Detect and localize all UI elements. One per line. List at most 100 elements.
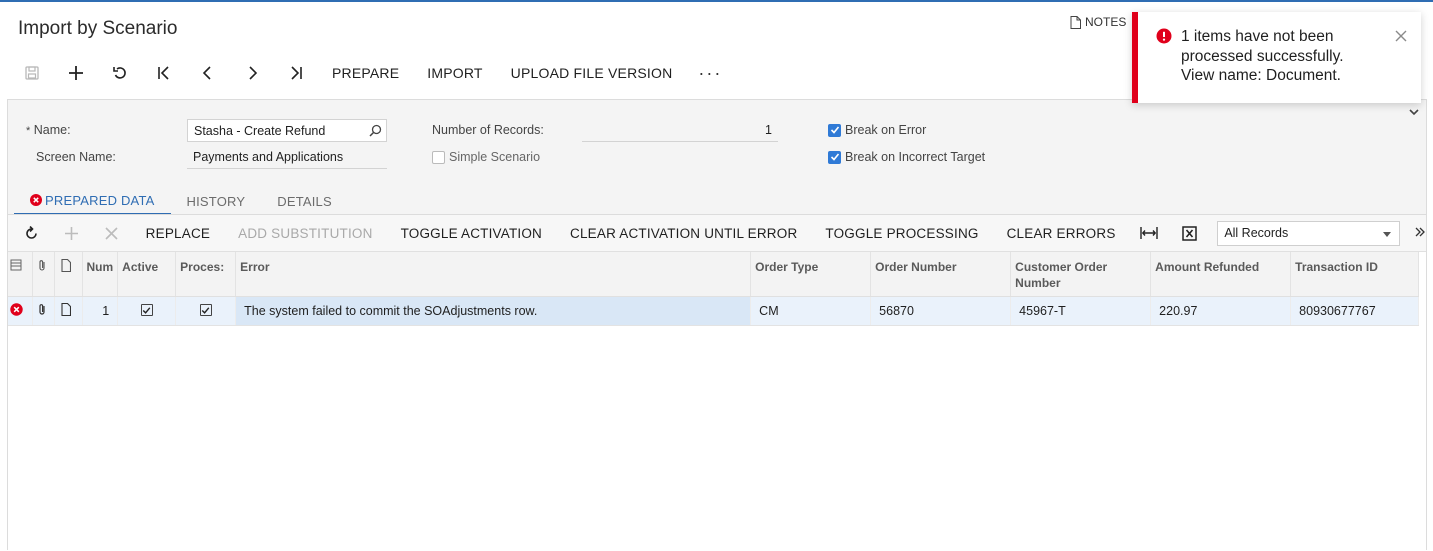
add-substitution-button[interactable]: ADD SUBSTITUTION — [224, 226, 386, 241]
row-order-type-cell: CM — [750, 296, 872, 326]
caret-down-icon — [1382, 231, 1391, 237]
upload-file-version-button[interactable]: UPLOAD FILE VERSION — [497, 65, 687, 81]
row-order-number-cell: 56870 — [870, 296, 1012, 326]
records-filter-value: All Records — [1224, 225, 1289, 240]
row-status-cell — [8, 296, 33, 326]
checkbox-checked-icon — [828, 123, 841, 137]
first-record-icon[interactable] — [142, 59, 186, 87]
close-icon[interactable] — [1395, 26, 1407, 47]
toggle-processing-button[interactable]: TOGGLE PROCESSING — [811, 226, 992, 241]
records-value: 1 — [582, 119, 778, 142]
checkbox-checked-icon — [140, 304, 153, 316]
refresh-icon[interactable] — [12, 218, 52, 248]
search-icon[interactable] — [369, 124, 382, 137]
name-label: Name: — [33, 123, 71, 137]
row-transaction-id-cell: 80930677767 — [1290, 296, 1420, 326]
document-icon — [1070, 15, 1081, 29]
top-accent-line — [0, 0, 1433, 2]
checkbox-checked-icon — [199, 304, 212, 316]
alert-icon — [1156, 28, 1172, 44]
grid-toolbar: REPLACE ADD SUBSTITUTION TOGGLE ACTIVATI… — [8, 215, 1426, 252]
row-customer-order-cell: 45967-T — [1010, 296, 1152, 326]
break-on-error-label: Break on Error — [845, 123, 927, 137]
tab-details[interactable]: DETAILS — [261, 187, 348, 215]
import-button[interactable]: IMPORT — [413, 65, 496, 81]
break-on-target-label: Break on Incorrect Target — [845, 150, 986, 164]
toggle-activation-button[interactable]: TOGGLE ACTIVATION — [387, 226, 556, 241]
screen-name-field: Payments and Applications — [187, 146, 387, 169]
simple-scenario-checkbox[interactable]: Simple Scenario — [432, 150, 540, 164]
prepare-button[interactable]: PREPARE — [318, 65, 413, 81]
error-notification: 1 items have not been processed successf… — [1132, 12, 1421, 103]
data-table: Num Active Proces: Error Order Type Orde… — [8, 252, 1420, 326]
notes-button[interactable]: NOTES — [1070, 15, 1126, 29]
row-amount-refunded-cell: 220.97 — [1150, 296, 1292, 326]
main-toolbar: PREPARE IMPORT UPLOAD FILE VERSION ··· — [10, 58, 734, 88]
tab-history[interactable]: HISTORY — [171, 187, 262, 215]
row-processed-cell[interactable] — [175, 296, 237, 326]
error-icon — [10, 302, 23, 316]
break-on-error-checkbox[interactable]: Break on Error — [828, 123, 926, 137]
column-amount-refunded-header[interactable]: Amount Refunded — [1150, 252, 1292, 297]
add-icon[interactable] — [54, 59, 98, 87]
row-error-cell: The system failed to commit the SOAdjust… — [235, 296, 752, 326]
delete-row-icon[interactable] — [92, 218, 132, 248]
name-value: Stasha - Create Refund — [194, 124, 326, 138]
notification-line: 1 items have not been — [1181, 28, 1334, 45]
replace-button[interactable]: REPLACE — [132, 226, 224, 241]
clear-errors-button[interactable]: CLEAR ERRORS — [993, 226, 1130, 241]
column-error-header[interactable]: Error — [235, 252, 752, 297]
column-processed-header[interactable]: Proces: — [175, 252, 237, 297]
column-order-type-header[interactable]: Order Type — [750, 252, 872, 297]
column-attachments-header[interactable] — [32, 252, 55, 297]
notes-label: NOTES — [1085, 15, 1127, 29]
last-record-icon[interactable] — [274, 59, 318, 87]
undo-icon[interactable] — [98, 59, 142, 87]
next-record-icon[interactable] — [230, 59, 274, 87]
checkbox-checked-icon — [828, 150, 841, 164]
name-label-group: * Name: — [26, 123, 71, 137]
column-status-header[interactable] — [8, 252, 33, 297]
notification-line: View name: Document. — [1181, 67, 1341, 84]
column-transaction-id-header[interactable]: Transaction ID — [1290, 252, 1420, 297]
name-field[interactable]: Stasha - Create Refund — [187, 119, 387, 142]
paperclip-icon — [38, 303, 45, 315]
records-filter-select[interactable]: All Records — [1217, 220, 1400, 246]
column-order-number-header[interactable]: Order Number — [870, 252, 1012, 297]
screen-name-label: Screen Name: — [36, 150, 116, 164]
clear-activation-button[interactable]: CLEAR ACTIVATION UNTIL ERROR — [556, 226, 811, 241]
required-mark: * — [26, 125, 31, 137]
table-row[interactable]: 1 The system failed to commit the SOAdju… — [8, 296, 1420, 326]
export-excel-icon[interactable] — [1169, 218, 1209, 248]
records-label: Number of Records: — [432, 123, 544, 137]
checkbox-unchecked-icon — [432, 150, 445, 164]
column-num-header[interactable]: Num — [82, 252, 119, 297]
scenario-form: * Name: Stasha - Create Refund Screen Na… — [7, 99, 1427, 551]
row-attachment-cell[interactable] — [32, 296, 55, 326]
prepared-data-grid: REPLACE ADD SUBSTITUTION TOGGLE ACTIVATI… — [8, 214, 1426, 551]
tab-bar: PREPARED DATA HISTORY DETAILS — [14, 187, 348, 215]
stack-icon — [10, 259, 22, 271]
column-notes-header[interactable] — [54, 252, 83, 297]
save-icon[interactable] — [10, 59, 54, 87]
chevron-down-icon[interactable] — [1408, 104, 1420, 122]
break-on-target-checkbox[interactable]: Break on Incorrect Target — [828, 150, 985, 164]
document-icon — [60, 302, 71, 316]
tab-prepared-data[interactable]: PREPARED DATA — [14, 187, 171, 215]
fit-columns-icon[interactable] — [1130, 218, 1170, 248]
tab-label: PREPARED DATA — [45, 192, 155, 208]
column-customer-order-header[interactable]: Customer Order Number — [1010, 252, 1152, 297]
column-active-header[interactable]: Active — [117, 252, 177, 297]
page-title: Import by Scenario — [18, 18, 178, 39]
simple-scenario-label: Simple Scenario — [449, 150, 541, 164]
previous-record-icon[interactable] — [186, 59, 230, 87]
double-chevron-right-icon[interactable] — [1414, 225, 1426, 242]
row-notes-cell[interactable] — [54, 296, 83, 326]
error-icon — [30, 194, 42, 206]
row-active-cell[interactable] — [117, 296, 177, 326]
more-actions-button[interactable]: ··· — [686, 63, 734, 84]
add-row-icon[interactable] — [52, 218, 92, 248]
row-num-cell: 1 — [82, 296, 119, 326]
document-icon — [60, 258, 71, 273]
notification-message: 1 items have not been processed successf… — [1181, 27, 1391, 86]
